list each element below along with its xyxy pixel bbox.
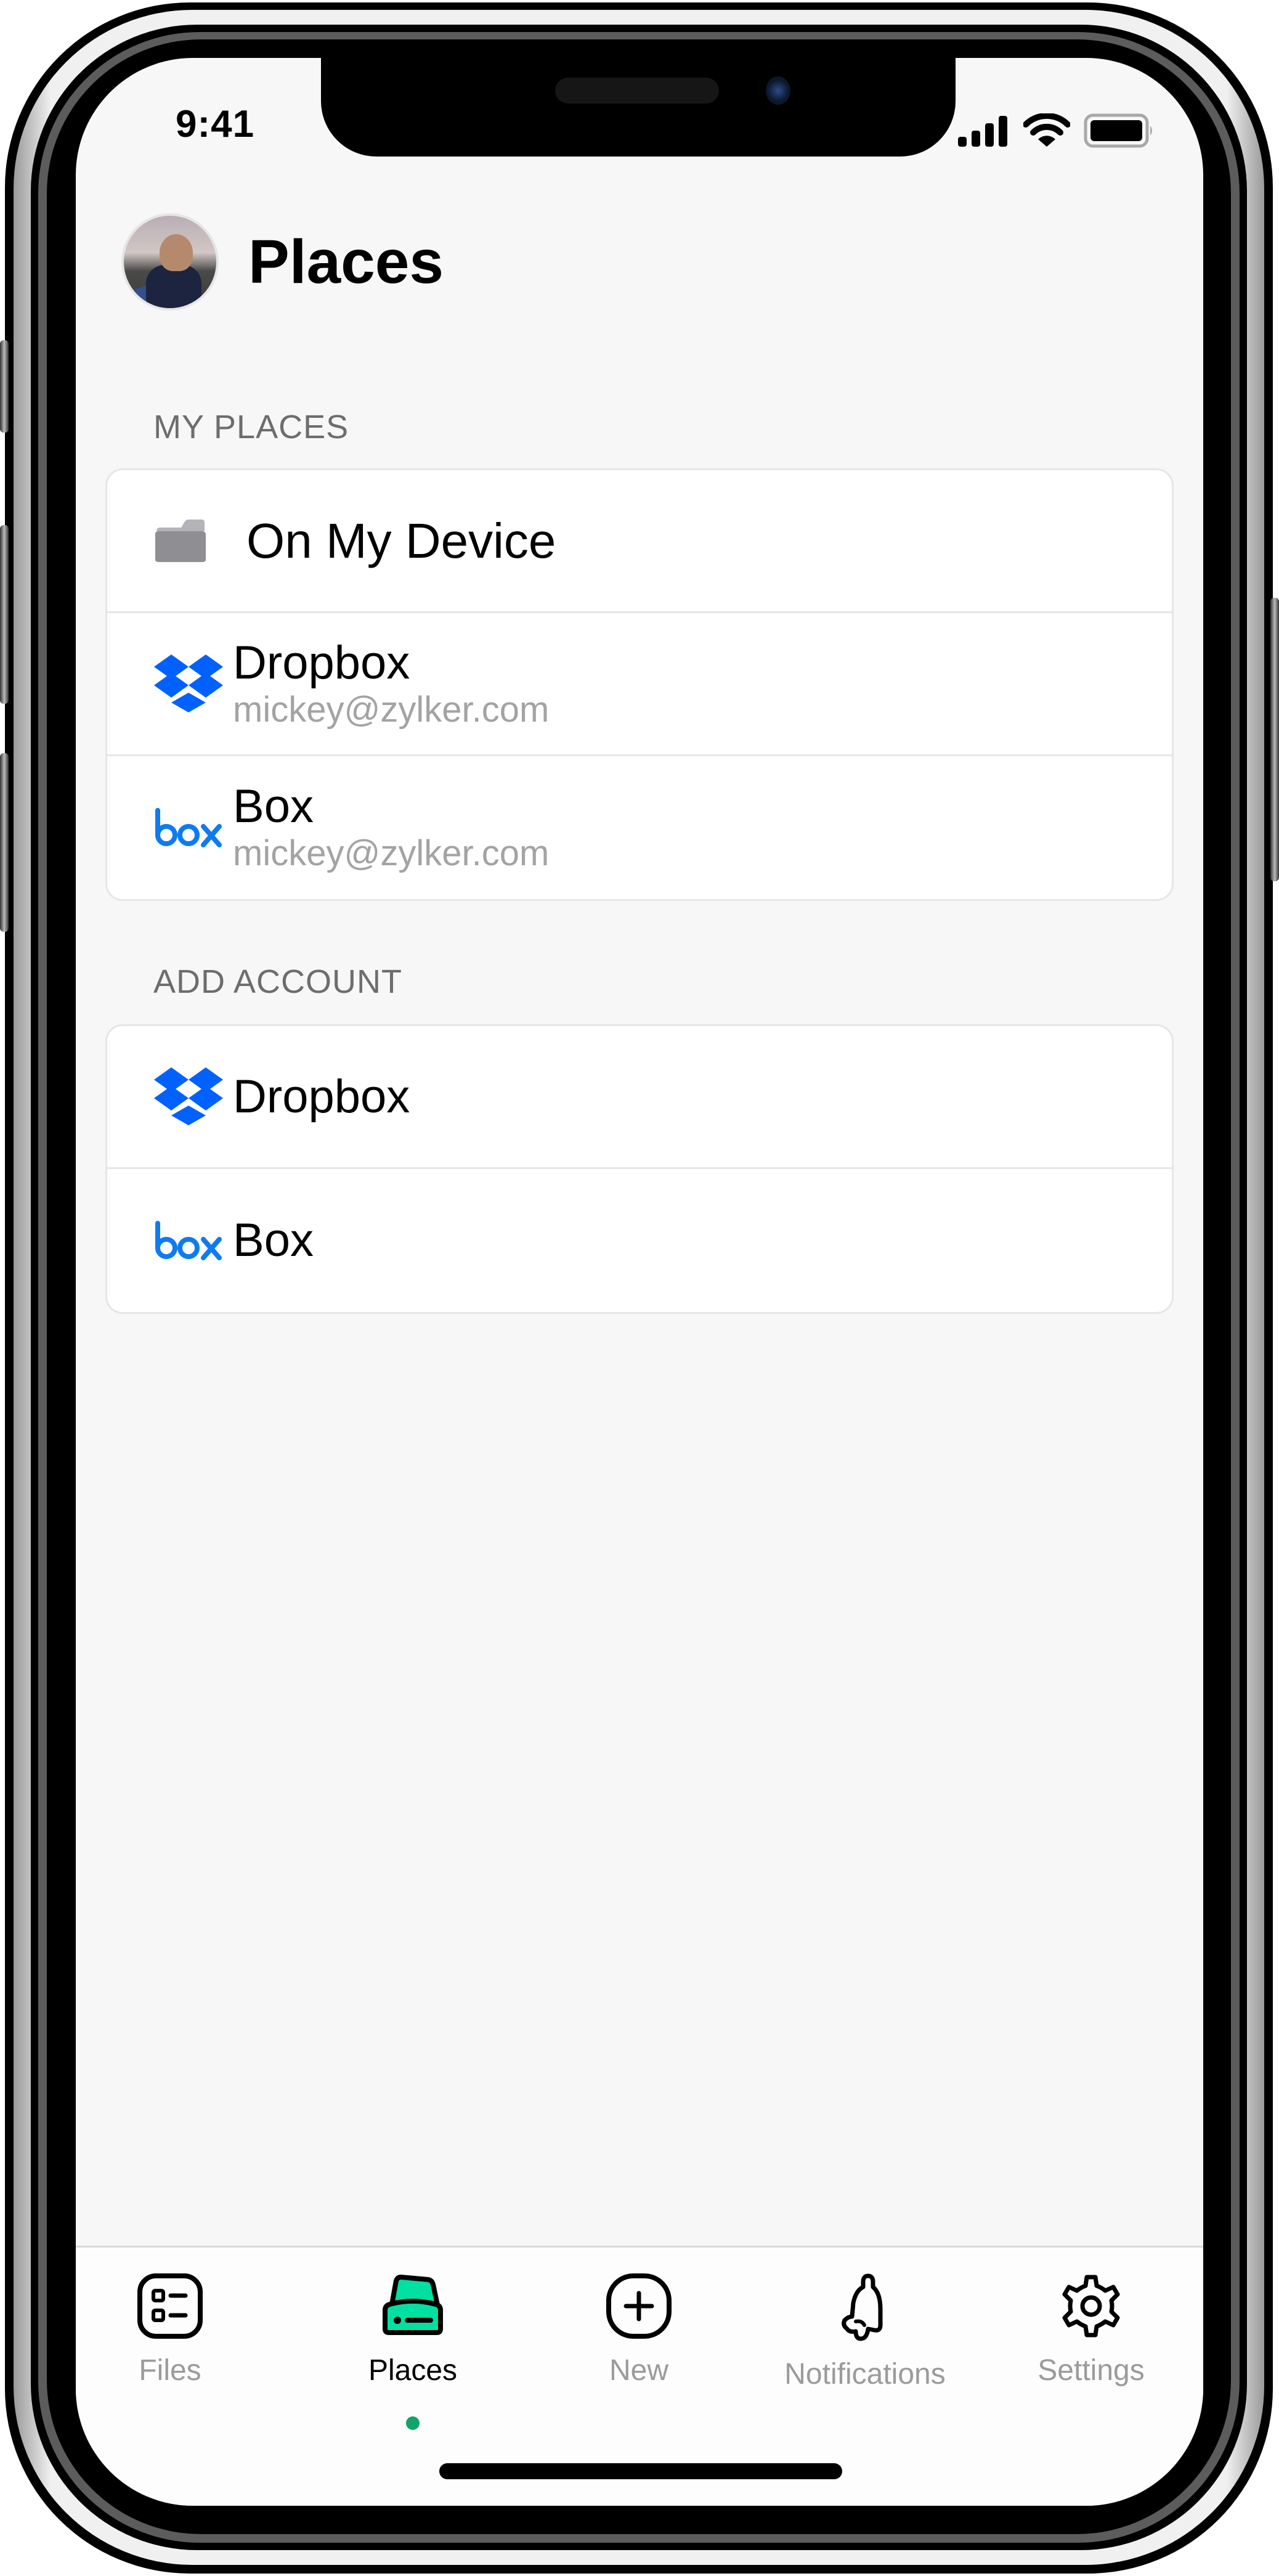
list-item-text: Box [233, 1216, 314, 1265]
list-item-box-account[interactable]: Box mickey@zylker.com [107, 756, 1172, 899]
tab-label: Settings [1037, 2354, 1145, 2387]
icon-slot [154, 519, 246, 563]
dropbox-icon [154, 1067, 223, 1125]
avatar-photo-detail [160, 234, 193, 271]
box-icon [155, 808, 222, 847]
avatar[interactable] [121, 213, 219, 311]
page-header: Places [121, 213, 444, 311]
list-item-on-my-device[interactable]: On My Device [107, 470, 1172, 613]
cellular-signal-icon [958, 116, 1007, 147]
plus-square-icon [606, 2273, 672, 2339]
dropbox-icon [154, 654, 223, 712]
list-item-title: Dropbox [233, 1070, 410, 1123]
wifi-icon [1023, 113, 1070, 147]
tab-new[interactable]: New [546, 2272, 731, 2387]
tab-label: Notifications [784, 2358, 946, 2391]
icon-slot [154, 654, 233, 714]
add-dropbox-account-button[interactable]: Dropbox [107, 1026, 1172, 1169]
list-item-email: mickey@zylker.com [233, 833, 550, 873]
tab-label: Places [368, 2354, 458, 2387]
status-icons [957, 113, 1155, 148]
my-places-list: On My Device Dropbox mickey@zylker.com B… [105, 468, 1174, 901]
tab-label: New [609, 2354, 669, 2387]
section-label-add-account: ADD ACCOUNT [153, 963, 403, 1000]
active-tab-indicator [406, 2416, 420, 2430]
page-title: Places [248, 227, 444, 296]
tab-files[interactable]: Files [78, 2272, 262, 2387]
folder-icon [155, 519, 206, 562]
list-item-text: Dropbox mickey@zylker.com [233, 638, 549, 730]
drive-icon [383, 2275, 443, 2335]
gear-icon [1062, 2275, 1120, 2338]
tab-bar: Files Places New Notifications Settings [76, 2246, 1203, 2506]
list-item-dropbox-account[interactable]: Dropbox mickey@zylker.com [107, 613, 1172, 756]
screen: 9:41 Places MY PLACES On My Device Dropb… [76, 58, 1203, 2506]
icon-slot [154, 808, 233, 847]
bell-icon [842, 2273, 883, 2341]
box-icon [155, 1221, 222, 1260]
mute-switch [0, 340, 9, 433]
tab-settings[interactable]: Settings [999, 2272, 1184, 2387]
power-button [1270, 598, 1279, 881]
list-item-title: Dropbox [233, 636, 410, 689]
battery-icon [1084, 113, 1152, 148]
list-item-title: On My Device [246, 513, 556, 568]
add-box-account-button[interactable]: Box [107, 1169, 1172, 1312]
tab-notifications[interactable]: Notifications [773, 2272, 957, 2391]
list-item-title: Box [233, 780, 314, 833]
home-indicator[interactable] [439, 2463, 842, 2479]
list-item-email: mickey@zylker.com [233, 689, 550, 730]
earpiece-speaker [555, 78, 719, 104]
files-list-icon [137, 2273, 203, 2339]
front-camera [766, 76, 790, 105]
volume-down-button [0, 753, 9, 932]
icon-slot [154, 1067, 233, 1127]
list-item-title: Box [233, 1214, 314, 1267]
status-time: 9:41 [176, 103, 255, 145]
list-item-text: On My Device [246, 515, 556, 567]
list-item-text: Dropbox [233, 1072, 410, 1122]
avatar-photo-detail [146, 265, 201, 308]
list-item-text: Box mickey@zylker.com [233, 782, 549, 873]
icon-slot [154, 1221, 233, 1260]
add-account-list: Dropbox Box [105, 1024, 1174, 1314]
tab-places[interactable]: Places [320, 2272, 505, 2387]
section-label-my-places: MY PLACES [153, 409, 349, 446]
tab-label: Files [139, 2354, 201, 2387]
notch [321, 58, 956, 157]
volume-up-button [0, 525, 9, 704]
